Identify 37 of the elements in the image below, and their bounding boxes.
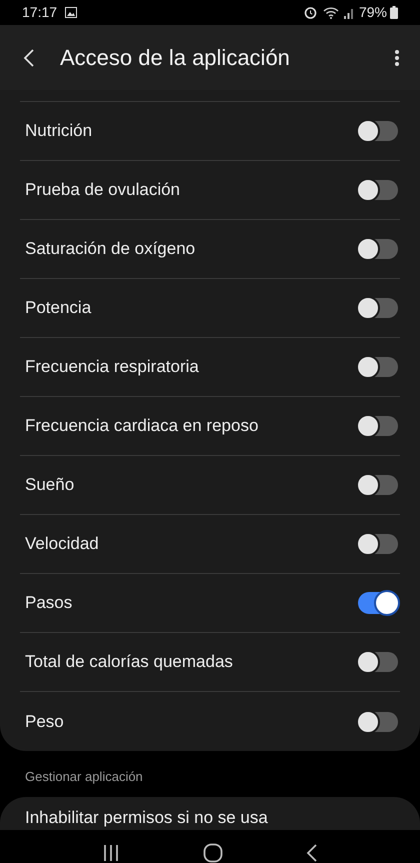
permission-label: Nutrición <box>25 120 92 142</box>
page-title: Acceso de la aplicación <box>60 44 290 72</box>
recent-apps-button[interactable] <box>102 844 120 862</box>
menu-item[interactable]: Inhabilitar permisos si no se usa <box>25 804 395 830</box>
toggle-switch[interactable] <box>358 712 398 732</box>
permission-label: Potencia <box>25 297 92 320</box>
permission-label: Velocidad <box>25 533 99 556</box>
permission-label: Prueba de ovulación <box>25 179 180 202</box>
permission-label: Peso <box>25 710 64 733</box>
battery-icon <box>390 6 398 19</box>
image-icon <box>65 7 78 18</box>
permission-label: Frecuencia respiratoria <box>25 356 199 378</box>
battery-percent: 79% <box>358 3 387 22</box>
permission-label: Frecuencia cardiaca en reposo <box>25 415 258 438</box>
toggle-switch[interactable] <box>358 239 398 259</box>
section-header: Gestionar aplicación <box>24 768 144 786</box>
toggle-switch[interactable] <box>358 180 398 200</box>
status-time: 17:17 <box>22 3 58 22</box>
toggle-switch[interactable] <box>358 357 398 377</box>
more-options-icon <box>394 48 400 66</box>
permission-label: Saturación de oxígeno <box>25 238 196 260</box>
toggle-switch[interactable] <box>358 534 398 554</box>
toggle-switch[interactable] <box>358 416 398 436</box>
toggle-switch[interactable] <box>358 121 398 141</box>
back-icon <box>23 48 35 68</box>
permission-label: Pasos <box>25 592 72 614</box>
permission-label: Sueño <box>25 474 74 496</box>
home-button[interactable] <box>202 843 223 863</box>
toggle-switch[interactable] <box>358 475 398 495</box>
toggle-switch[interactable] <box>358 652 398 672</box>
back-nav-button[interactable] <box>306 844 318 862</box>
toggle-switch[interactable] <box>358 592 398 614</box>
signal-icon <box>342 6 355 18</box>
wifi-icon <box>322 6 339 19</box>
toggle-switch[interactable] <box>358 298 398 318</box>
permission-label: Total de calorías quemadas <box>25 651 233 674</box>
alarm-icon <box>304 6 317 19</box>
